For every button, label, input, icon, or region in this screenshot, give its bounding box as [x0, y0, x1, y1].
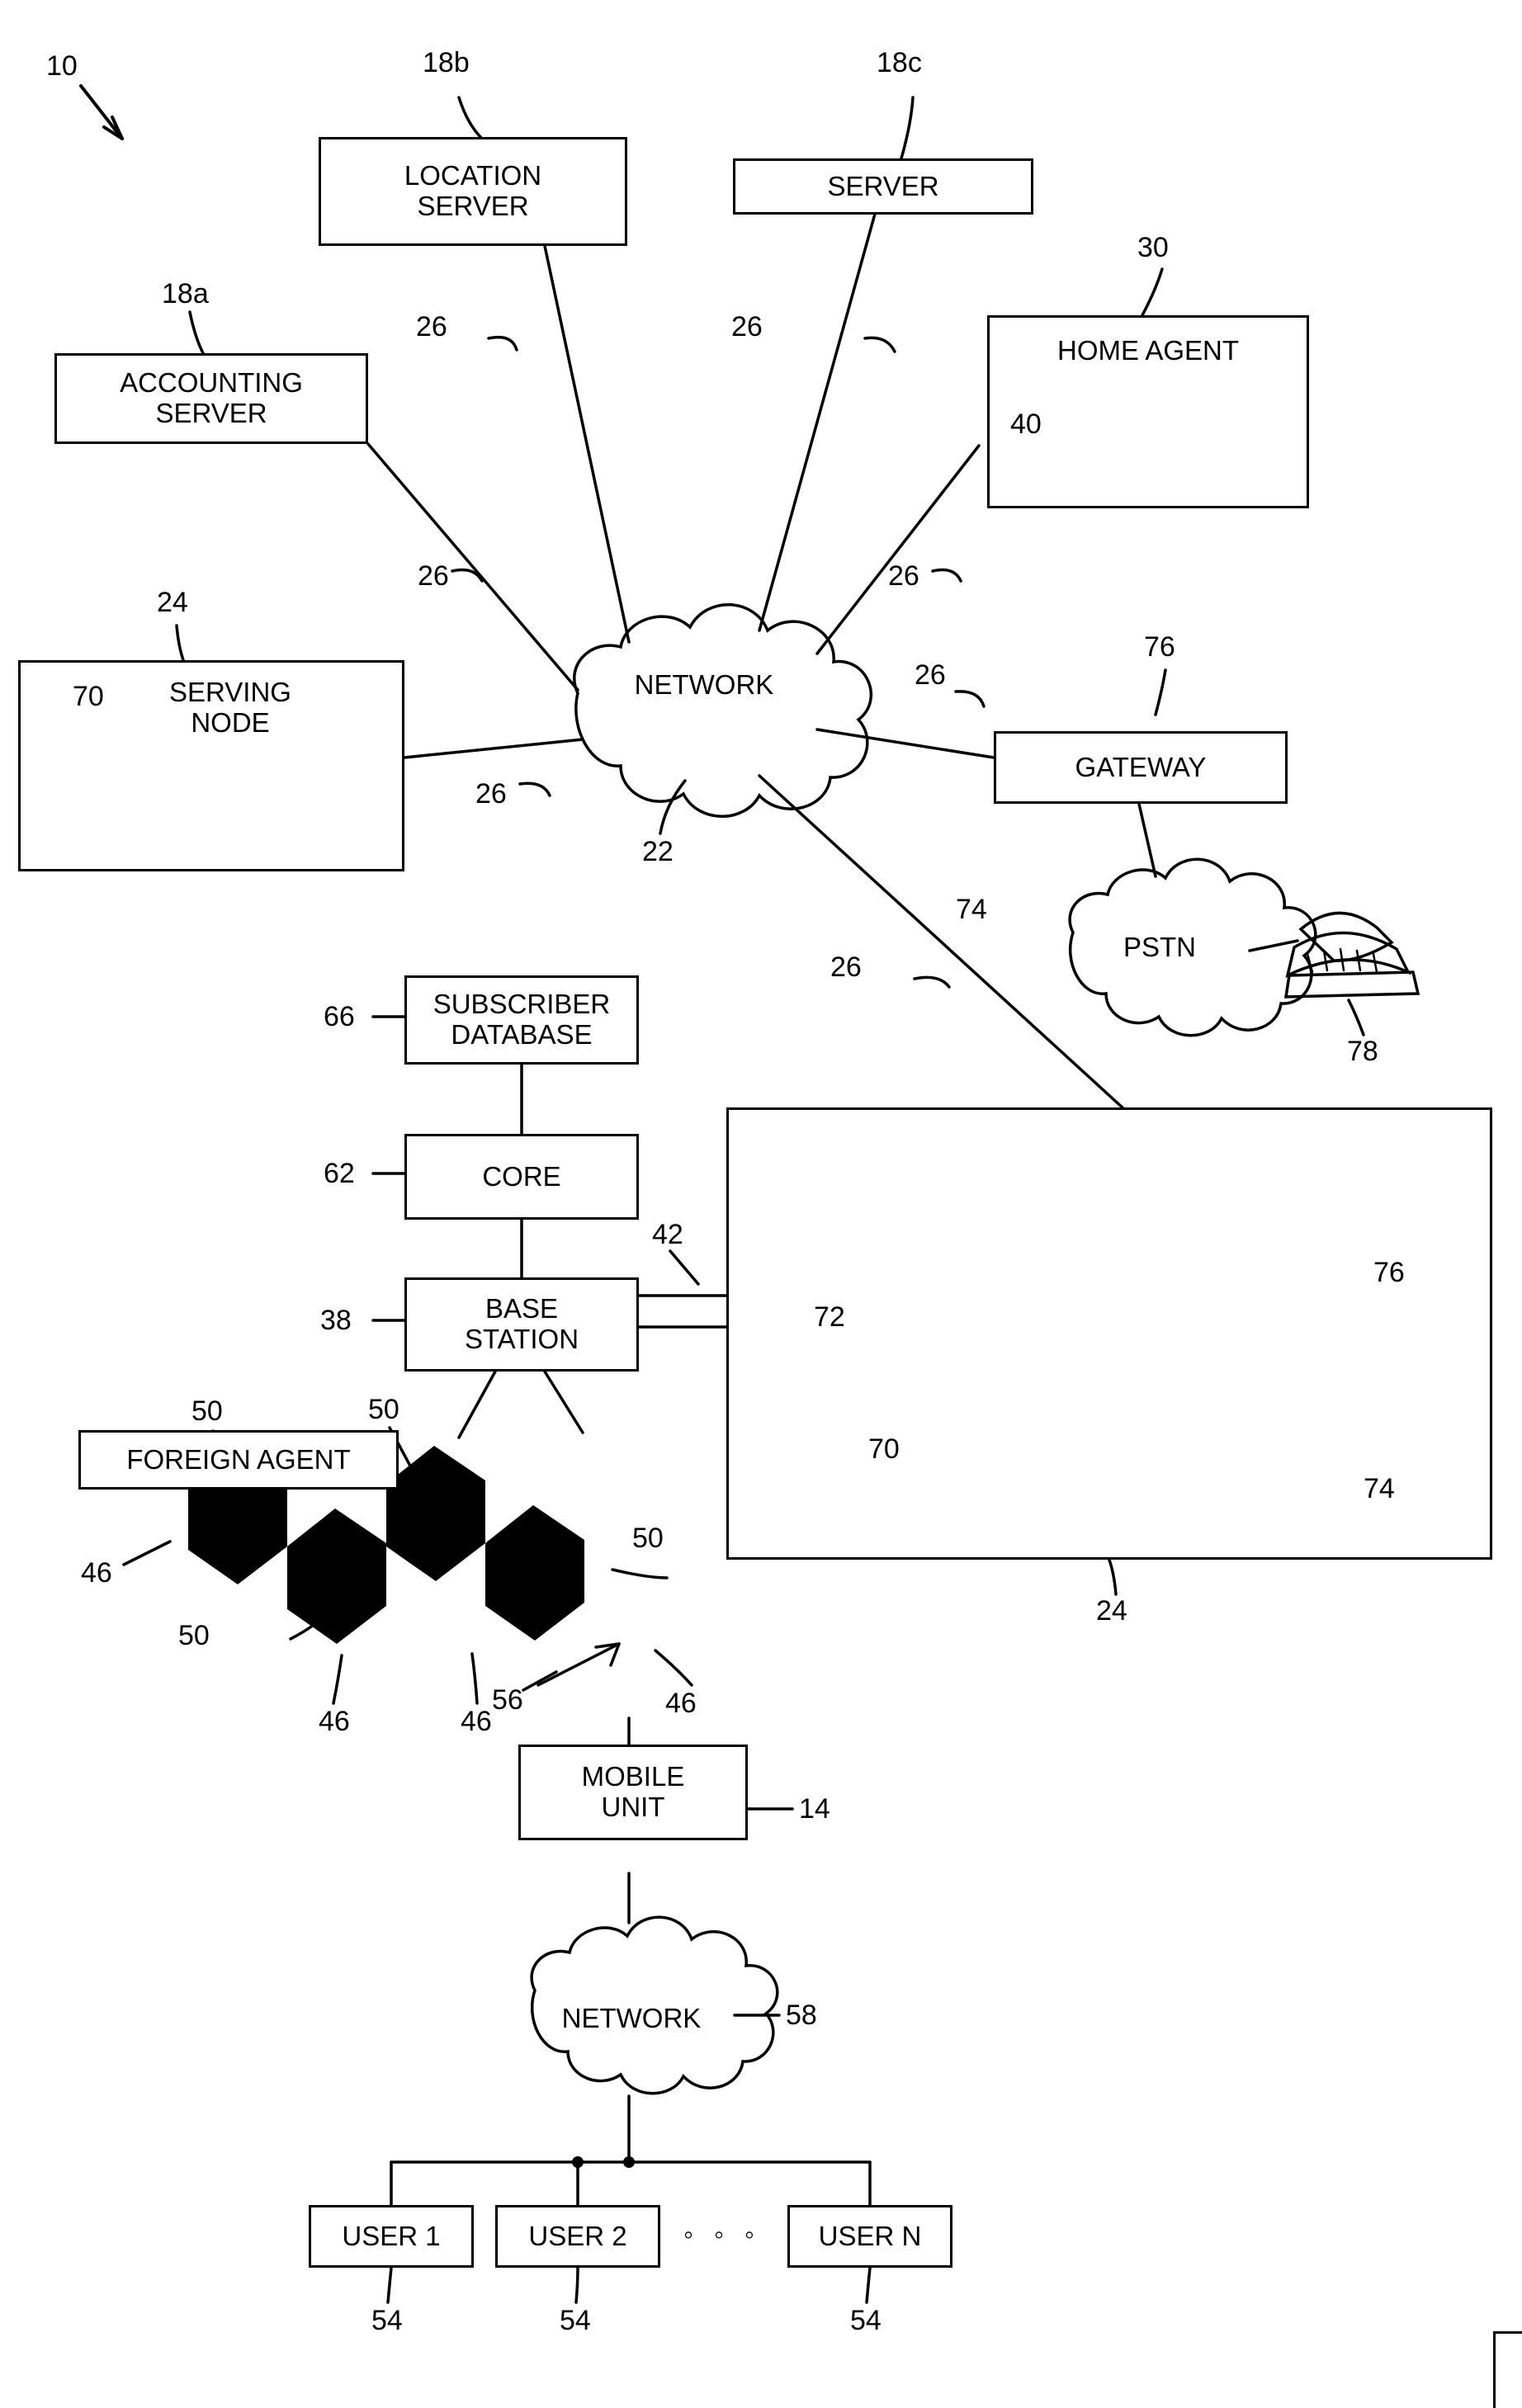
ref-70-right: 70 [868, 1433, 900, 1465]
ref-24-left: 24 [157, 587, 188, 618]
ref-46-d: 46 [665, 1688, 697, 1719]
ref-24-right: 24 [1096, 1595, 1127, 1627]
ref-26-c: 26 [418, 560, 449, 592]
node-network-top-label: NETWORK [634, 669, 774, 700]
ref-58: 58 [786, 2000, 817, 2031]
node-location-server-label: LOCATION SERVER [404, 160, 542, 221]
ref-76-queues: 76 [1373, 1257, 1405, 1288]
ref-54-b: 54 [560, 2305, 591, 2336]
ref-38: 38 [320, 1305, 352, 1336]
node-foreign-agent-right-label: FOREIGN AGENT [1496, 2349, 1522, 2379]
node-base-station-label: BASE STATION [464, 1293, 579, 1354]
ref-14: 14 [799, 1793, 830, 1825]
node-core: CORE [404, 1134, 639, 1220]
ref-10: 10 [46, 50, 78, 82]
node-network-bottom-label: NETWORK [561, 2003, 702, 2033]
ref-18c: 18c [877, 47, 922, 78]
node-subscriber-database: SUBSCRIBER DATABASE [404, 975, 639, 1065]
ref-66: 66 [324, 1001, 355, 1032]
ref-42: 42 [652, 1219, 683, 1250]
ref-70-left: 70 [73, 681, 104, 712]
ref-26-e: 26 [475, 778, 507, 810]
node-user-n-label: USER N [818, 2220, 922, 2251]
ref-72: 72 [814, 1301, 845, 1333]
patent-figure: ACCOUNTING SERVER LOCATION SERVER SERVER… [0, 0, 1522, 2408]
ref-30: 30 [1137, 232, 1169, 263]
ref-26-b: 26 [731, 311, 763, 342]
node-pstn-label: PSTN [1123, 932, 1196, 962]
ref-46-c: 46 [461, 1706, 492, 1737]
node-location-server: LOCATION SERVER [319, 137, 627, 246]
ref-26-d: 26 [888, 560, 919, 592]
ref-54-c: 54 [850, 2305, 882, 2336]
ref-62: 62 [324, 1158, 355, 1189]
ref-46-b: 46 [319, 1706, 350, 1737]
node-accounting-server-label: ACCOUNTING SERVER [120, 367, 303, 428]
ref-74-scheduler: 74 [1364, 1473, 1395, 1504]
node-user-2: USER 2 [495, 2205, 660, 2268]
node-server: SERVER [733, 158, 1033, 215]
node-serving-node-left-label: SERVING NODE [169, 677, 291, 738]
node-gateway: GATEWAY [994, 731, 1288, 804]
ref-18a: 18a [162, 278, 209, 309]
ref-56: 56 [492, 1684, 523, 1716]
node-foreign-agent-right: FOREIGN AGENT BT [1493, 2331, 1522, 2408]
node-home-agent-label: HOME AGENT [1056, 335, 1240, 366]
node-base-station: BASE STATION [404, 1277, 639, 1372]
ref-50-d: 50 [178, 1620, 210, 1651]
node-accounting-server: ACCOUNTING SERVER [54, 353, 368, 444]
node-user-1-label: USER 1 [342, 2220, 441, 2251]
node-user-2-label: USER 2 [528, 2220, 627, 2251]
node-mobile-unit: MOBILE UNIT [518, 1745, 748, 1840]
ref-50-c: 50 [632, 1523, 664, 1554]
ref-26-g: 26 [830, 951, 862, 983]
node-mobile-unit-label: MOBILE UNIT [581, 1761, 685, 1822]
ref-22: 22 [642, 836, 674, 867]
ref-74-pstn: 74 [956, 894, 987, 925]
users-ellipsis: ◦ ◦ ◦ [683, 2219, 756, 2250]
node-foreign-agent-left-label: FOREIGN AGENT [126, 1443, 351, 1475]
node-core-label: CORE [482, 1160, 561, 1192]
node-subscriber-database-label: SUBSCRIBER DATABASE [432, 989, 611, 1050]
ref-40: 40 [1010, 408, 1042, 440]
ref-50-b: 50 [368, 1394, 399, 1425]
node-gateway-label: GATEWAY [1075, 751, 1207, 782]
node-foreign-agent-left: FOREIGN AGENT [78, 1430, 399, 1490]
ref-26-a: 26 [416, 311, 447, 342]
node-user-1: USER 1 [309, 2205, 474, 2268]
ref-78: 78 [1347, 1036, 1378, 1067]
ref-54-a: 54 [371, 2305, 403, 2336]
ref-26-f: 26 [915, 659, 946, 691]
node-user-n: USER N [787, 2205, 952, 2268]
ref-46-a: 46 [81, 1557, 112, 1589]
node-server-label: SERVER [827, 170, 939, 201]
ref-18b: 18b [423, 47, 470, 78]
ref-50-a: 50 [191, 1395, 223, 1427]
ref-76-gateway: 76 [1144, 631, 1175, 663]
